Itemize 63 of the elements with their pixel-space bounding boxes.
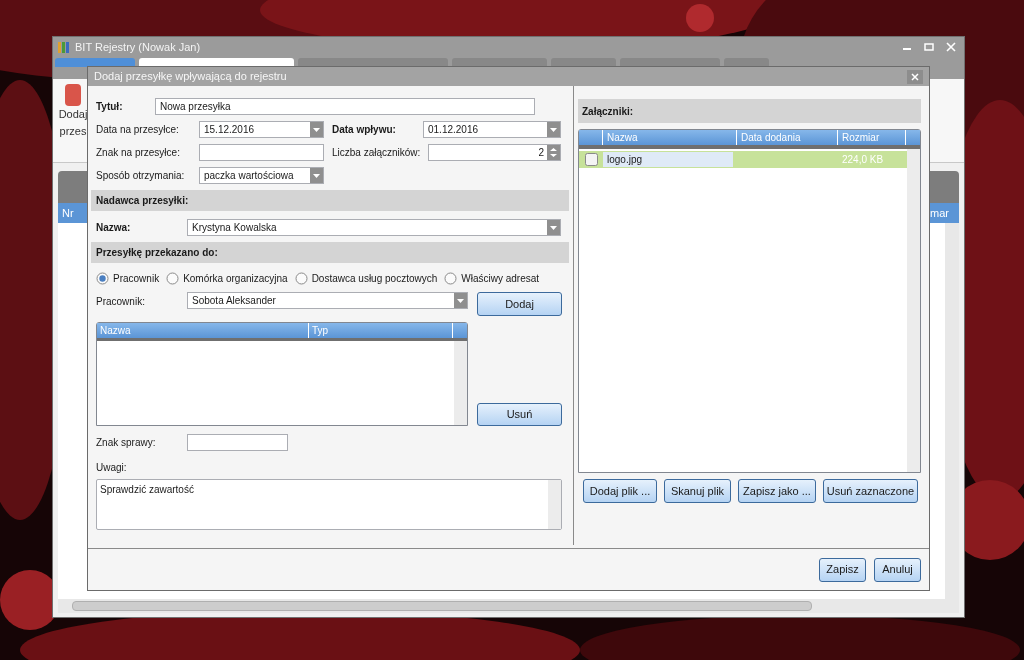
column-header: mar	[930, 205, 949, 221]
field-label: Pracownik:	[96, 295, 146, 309]
field-label: Liczba załączników:	[332, 146, 422, 160]
section-header: Załączniki:	[578, 99, 921, 123]
column-header: Data dodania	[737, 130, 838, 145]
scrollbar[interactable]	[454, 341, 467, 425]
cancel-button[interactable]: Anuluj	[874, 557, 921, 582]
spinner-arrows-icon[interactable]	[547, 145, 560, 160]
table-cell: logo.jpg	[603, 152, 733, 167]
field-label: Znak na przesyłce:	[96, 146, 181, 160]
dropdown[interactable]: Krystyna Kowalska	[187, 219, 561, 236]
column-header: Nazwa	[97, 323, 309, 338]
notes-field[interactable]: Sprawdzić zawartość	[96, 479, 562, 530]
radio-label[interactable]: Właściwy adresat	[461, 271, 540, 286]
field-label: Tytuł:	[96, 100, 124, 114]
date-picker[interactable]: 15.12.2016	[199, 121, 324, 138]
toolbar-label: Dodaj	[58, 107, 88, 122]
attachment-button[interactable]: Usuń zaznaczone	[823, 479, 918, 503]
radio-label[interactable]: Komórka organizacyjna	[183, 271, 288, 286]
column-header: Rozmiar	[838, 130, 906, 145]
scrollbar[interactable]	[945, 223, 959, 599]
field-label: Nazwa:	[96, 221, 132, 235]
scrollbar[interactable]	[907, 149, 920, 472]
case-mark-field[interactable]	[187, 434, 288, 451]
date-picker[interactable]: 01.12.2016	[423, 121, 561, 138]
horizontal-scrollbar[interactable]	[58, 599, 959, 613]
title-field[interactable]: Nowa przesyłka	[155, 98, 535, 115]
attachment-button[interactable]: Zapisz jako ...	[738, 479, 816, 503]
save-button[interactable]: Zapisz	[819, 557, 866, 582]
attachment-count-spinner[interactable]: 2	[428, 144, 561, 161]
column-header: Nazwa	[603, 130, 737, 145]
parcel-mark-field[interactable]	[199, 144, 324, 161]
column-header: Typ	[309, 323, 453, 338]
radio-label[interactable]: Pracownik	[113, 271, 160, 286]
attachment-button[interactable]: Dodaj plik ...	[583, 479, 657, 503]
radio-button[interactable]	[166, 272, 180, 285]
field-label: Data wpływu:	[332, 123, 397, 137]
field-label: Sposób otrzymania:	[96, 169, 186, 183]
radio-button[interactable]	[96, 272, 109, 285]
column-header: Nr	[62, 205, 74, 221]
dropdown[interactable]: Sobota Aleksander	[187, 292, 468, 309]
radio-button[interactable]	[294, 272, 308, 285]
close-icon[interactable]	[907, 69, 923, 84]
app-icon	[57, 40, 71, 54]
section-header: Nadawca przesyłki:	[91, 190, 569, 211]
close-icon[interactable]	[946, 42, 956, 52]
attachment-button[interactable]: Skanuj plik	[664, 479, 731, 503]
field-label: Uwagi:	[96, 461, 128, 475]
radio-label[interactable]: Dostawca usług pocztowych	[311, 271, 438, 286]
checkbox[interactable]	[584, 153, 598, 166]
window-title: BIT Rejestry (Nowak Jan)	[75, 39, 201, 55]
field-label: Znak sprawy:	[96, 436, 157, 450]
field-label: Data na przesyłce:	[96, 123, 180, 137]
add-button[interactable]: Dodaj	[477, 292, 562, 316]
dialog-title: Dodaj przesyłkę wpływającą do rejestru	[94, 69, 287, 85]
dropdown[interactable]: paczka wartościowa	[199, 167, 324, 184]
table-cell-text: 224,0 KB	[841, 153, 884, 167]
table-row[interactable]: logo.jpg 224,0 KB	[579, 151, 907, 168]
section-header: Przesyłkę przekazano do:	[91, 242, 569, 263]
toolbar-label: przes	[59, 123, 87, 139]
remove-button[interactable]: Usuń	[477, 403, 562, 426]
radio-button[interactable]	[444, 272, 458, 285]
maximize-icon[interactable]	[924, 42, 934, 52]
